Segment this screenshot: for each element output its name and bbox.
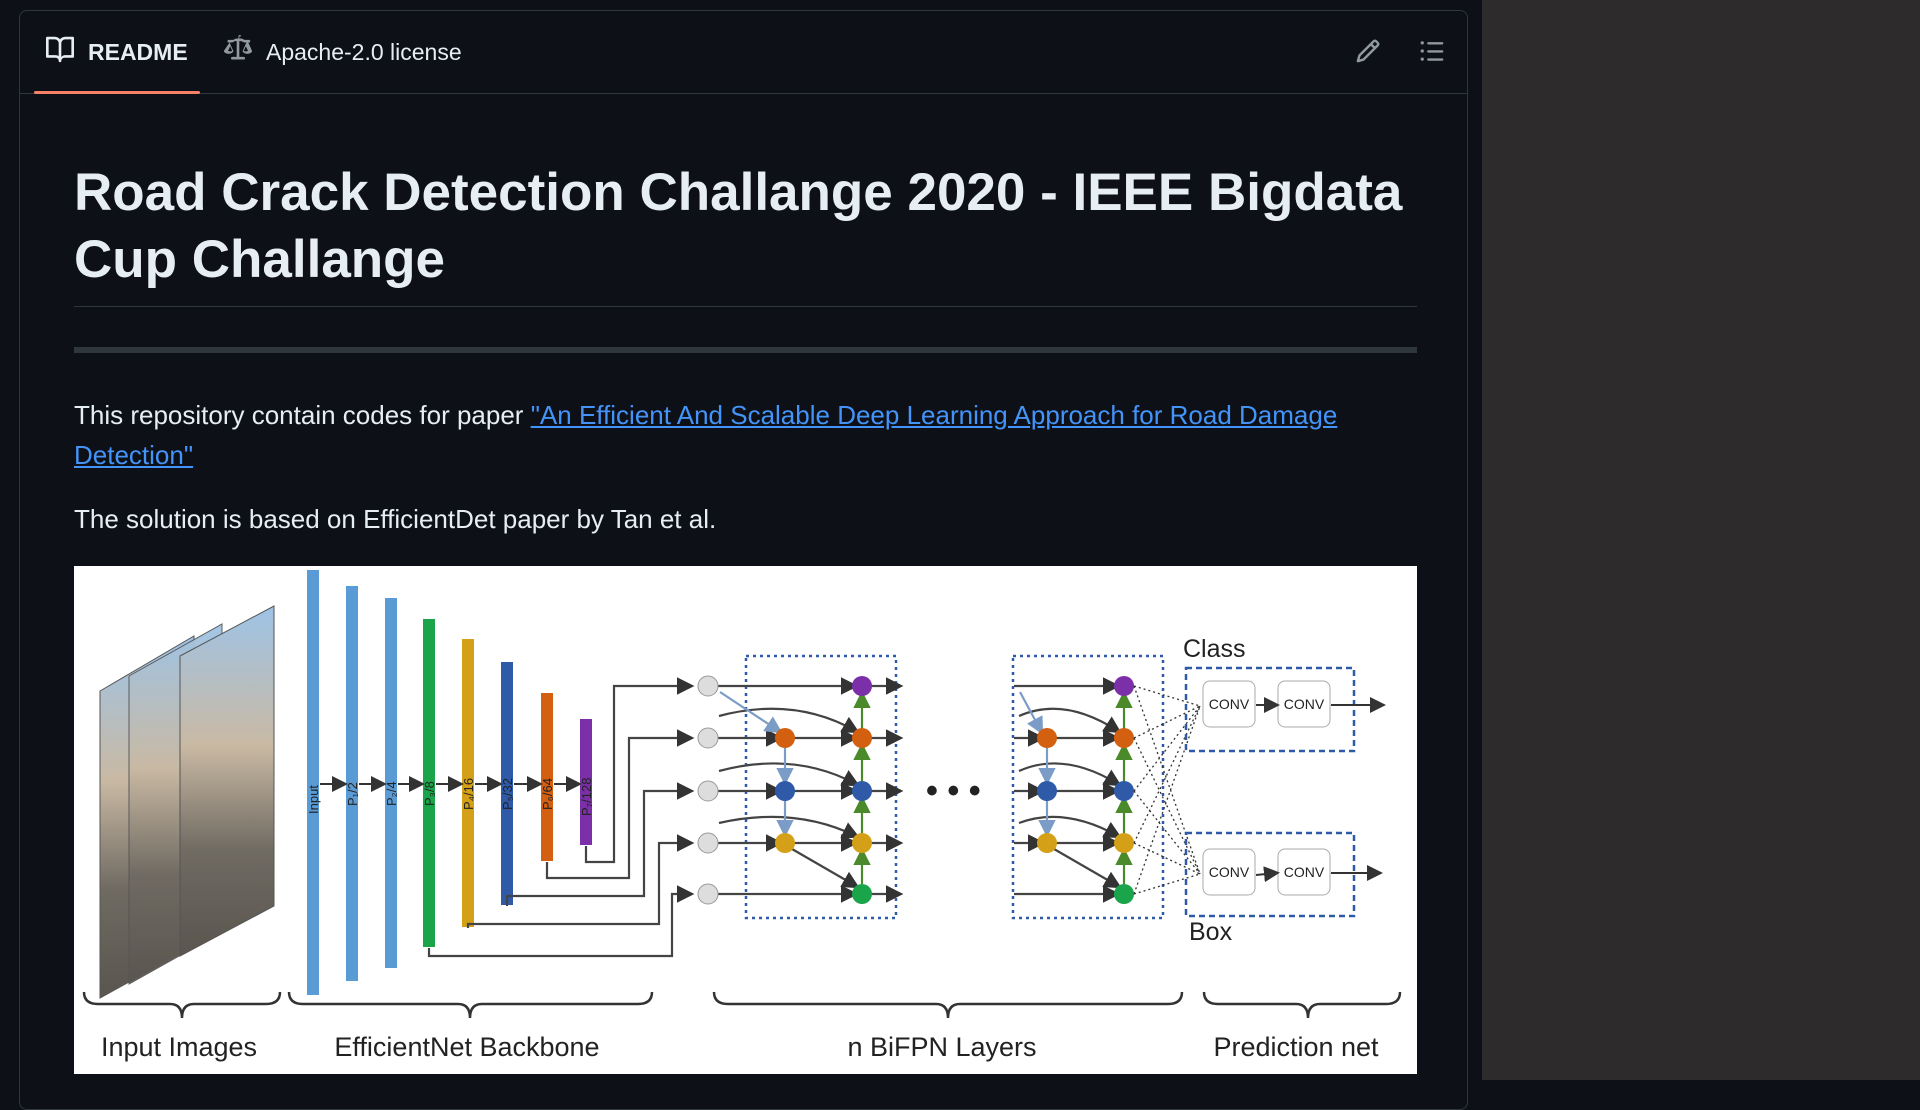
list-unordered-icon (1419, 38, 1445, 69)
intro-paragraph: This repository contain codes for paper … (74, 395, 1417, 475)
readme-title: Road Crack Detection Challange 2020 - IE… (74, 163, 1403, 289)
backbone-label: P₇/128 (579, 778, 594, 816)
bifpn-layer-n (1011, 654, 1165, 920)
bifpn-layer-1 (697, 654, 904, 920)
backbone-label: P₁/2 (345, 782, 360, 806)
input-images (99, 605, 275, 999)
intro-text: This repository contain codes for paper (74, 400, 531, 430)
backbone-label: Input (306, 785, 321, 814)
conv-label: CONV (1209, 696, 1250, 712)
section-labels: Input Images EfficientNet Backbone n BiF… (101, 1032, 1379, 1062)
conv-label: CONV (1284, 696, 1325, 712)
outline-button[interactable] (1414, 35, 1450, 71)
efficientdet-diagram: Input P₁/2 P₂/4 P₃/8 P₄/16 P₅/32 P₆/64 P… (82, 570, 1402, 1062)
conv-label: CONV (1209, 864, 1250, 880)
law-scale-icon (223, 35, 266, 69)
active-tab-indicator (34, 91, 200, 94)
title-divider (74, 306, 1417, 307)
edit-file-button[interactable] (1350, 35, 1386, 71)
class-net: Class CONV CONV (1183, 635, 1386, 753)
bifpn-ellipsis: • • • (926, 772, 981, 810)
class-label: Class (1183, 635, 1246, 663)
horizontal-rule (74, 347, 1417, 353)
backbone-label-text: EfficientNet Backbone (334, 1032, 599, 1062)
solution-paragraph: The solution is based on EfficientDet pa… (74, 504, 717, 534)
bifpn-label: n BiFPN Layers (847, 1032, 1036, 1062)
tab-readme[interactable]: README (34, 11, 200, 94)
pencil-icon (1355, 38, 1381, 69)
backbone-label: P₄/16 (461, 778, 476, 810)
tab-license-label: Apache-2.0 license (266, 38, 462, 65)
tab-readme-label: README (88, 38, 188, 65)
book-icon (46, 35, 88, 69)
input-images-label: Input Images (101, 1032, 257, 1062)
architecture-figure: Input P₁/2 P₂/4 P₃/8 P₄/16 P₅/32 P₆/64 P… (74, 566, 1417, 1074)
prediction-net-label: Prediction net (1213, 1032, 1379, 1062)
window-gutter (1482, 0, 1920, 1080)
tab-license[interactable]: Apache-2.0 license (223, 11, 462, 93)
conv-label: CONV (1284, 864, 1325, 880)
section-braces (82, 991, 1402, 1019)
backbone-label: P₂/4 (384, 781, 399, 806)
box-label: Box (1189, 918, 1233, 946)
backbone-label: P₅/32 (500, 778, 515, 810)
readme-panel: README Apache-2.0 license Road Crack Det… (19, 10, 1468, 1110)
box-net: CONV CONV Box (1184, 831, 1383, 946)
prediction-fanout (1133, 685, 1201, 895)
readme-tabbar: README Apache-2.0 license (20, 11, 1467, 94)
backbone-label: P₃/8 (422, 781, 437, 806)
backbone-label: P₆/64 (540, 778, 555, 810)
